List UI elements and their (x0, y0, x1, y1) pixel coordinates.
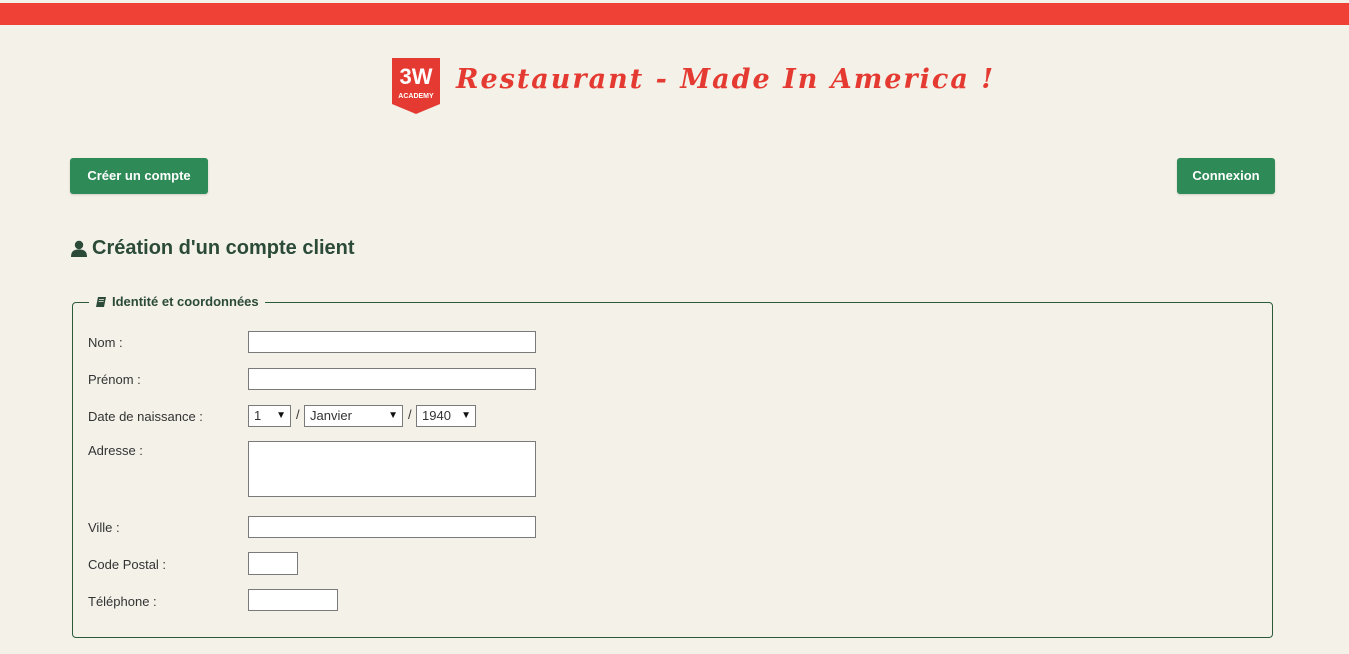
ville-input[interactable] (248, 516, 536, 538)
birthdate-label: Date de naissance : (88, 409, 203, 424)
birth-year-value: 1940 (422, 408, 451, 423)
site-title: Restaurant - Made In America ! (456, 64, 996, 95)
book-icon (96, 296, 106, 307)
site-header: 3W ACADEMY Restaurant - Made In America … (0, 56, 1349, 116)
birth-month-value: Janvier (310, 408, 352, 423)
identity-fieldset: Identité et coordonnées Nom : Prénom : D… (72, 294, 1273, 638)
user-icon (71, 240, 87, 257)
telephone-input[interactable] (248, 589, 338, 611)
telephone-label: Téléphone : (88, 594, 157, 609)
nom-input[interactable] (248, 331, 536, 353)
date-separator: / (408, 407, 412, 422)
birth-month-select[interactable]: Janvier ▼ (304, 405, 403, 427)
logo-text: 3W (400, 64, 433, 89)
birth-year-select[interactable]: 1940 ▼ (416, 405, 476, 427)
logo[interactable]: 3W ACADEMY (392, 58, 440, 114)
postal-code-label: Code Postal : (88, 557, 167, 572)
login-button[interactable]: Connexion (1177, 158, 1275, 194)
dropdown-arrow-icon: ▼ (388, 410, 398, 421)
page-title: Création d'un compte client (70, 237, 355, 260)
fieldset-legend: Identité et coordonnées (89, 294, 265, 309)
logo-subtext: ACADEMY (398, 93, 434, 100)
nom-label: Nom : (88, 335, 123, 350)
ville-label: Ville : (88, 520, 120, 535)
prenom-input[interactable] (248, 368, 536, 390)
postal-code-input[interactable] (248, 552, 298, 575)
page-title-text: Création d'un compte client (92, 237, 355, 259)
prenom-label: Prénom : (88, 372, 141, 387)
date-separator: / (296, 407, 300, 422)
adresse-label: Adresse : (88, 443, 143, 458)
top-accent-bar (0, 3, 1349, 25)
dropdown-arrow-icon: ▼ (276, 410, 286, 421)
adresse-textarea[interactable] (248, 441, 536, 497)
legend-text: Identité et coordonnées (112, 294, 259, 309)
create-account-button[interactable]: Créer un compte (70, 158, 208, 194)
dropdown-arrow-icon: ▼ (461, 410, 471, 421)
birth-day-value: 1 (254, 408, 262, 423)
birth-day-select[interactable]: 1 ▼ (248, 405, 291, 427)
